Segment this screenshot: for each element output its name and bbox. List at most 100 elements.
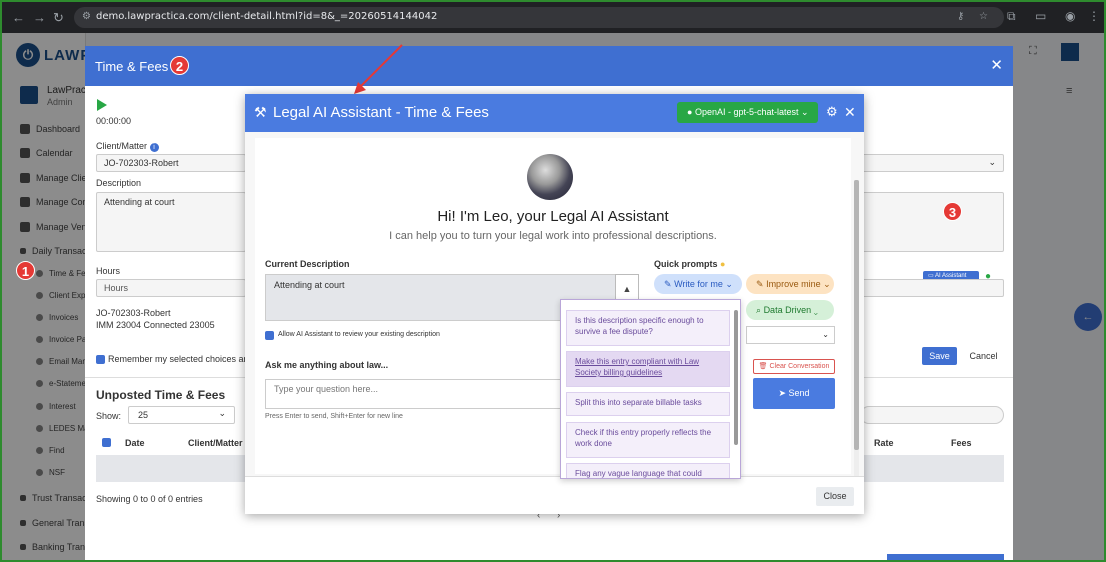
improve-mine-button[interactable]: ✎ Improve mine ⌄ — [746, 274, 834, 294]
description-textarea[interactable]: Attending at court — [96, 192, 246, 252]
table-search-input[interactable] — [860, 406, 1004, 424]
paper-plane-icon: ➤ — [778, 388, 786, 398]
back-icon[interactable]: ← — [12, 10, 25, 25]
annotation-arrow — [354, 44, 403, 94]
address-bar[interactable]: ⚙ demo.lawpractica.com/client-detail.htm… — [74, 7, 1004, 28]
ai-card: Hi! I'm Leo, your Legal AI Assistant I c… — [255, 138, 851, 474]
cancel-button[interactable]: Cancel — [965, 347, 1002, 365]
trash-icon: 🗑 — [758, 363, 768, 370]
thumbs-up-icon[interactable]: ▲ — [615, 274, 639, 302]
key-icon[interactable]: ⚷ — [957, 11, 964, 22]
dropdown-item[interactable]: Check if this entry properly reflects th… — [566, 422, 730, 458]
scrollbar-thumb[interactable] — [854, 180, 859, 450]
chevron-down-icon: ⌄ — [822, 330, 829, 339]
entries-info: Showing 0 to 0 of 0 entries — [96, 494, 203, 504]
dropdown-item[interactable]: Make this entry compliant with Law Socie… — [566, 351, 730, 387]
show-select[interactable]: 25 ⌄ — [128, 406, 235, 424]
close-icon[interactable]: ✕ — [990, 56, 1003, 74]
chevron-down-icon: ⌄ — [218, 408, 226, 418]
chevron-down-icon: ⌄ — [988, 157, 996, 167]
chevron-down-icon: ⌄ — [823, 279, 831, 289]
write-for-me-button[interactable]: ✎ Write for me ⌄ — [654, 274, 742, 294]
description-textarea-right[interactable] — [860, 192, 1004, 252]
client-line-2: IMM 23004 Connected 23005 — [96, 320, 215, 330]
data-driven-button[interactable]: ⌕ Data Driven ⌄ — [746, 300, 834, 320]
screen: ← → ↻ ⚙ demo.lawpractica.com/client-deta… — [2, 2, 1104, 560]
info-icon: i — [149, 143, 159, 152]
site-info-icon[interactable]: ⚙ — [82, 11, 91, 22]
rate-input[interactable] — [860, 279, 1004, 297]
remember-label: Remember my selected choices and — [108, 354, 254, 364]
annotation-badge-3: 3 — [943, 202, 962, 221]
client-matter-label: Client/Matter i — [96, 141, 159, 152]
column-rate[interactable]: Rate — [874, 438, 894, 448]
edit-icon: ✎ — [756, 279, 764, 289]
column-date[interactable]: Date — [125, 438, 145, 448]
extensions-icon[interactable]: ⧉ — [1007, 9, 1016, 24]
prompt-select[interactable]: ⌄ — [746, 326, 835, 344]
chevron-down-icon: ⌄ — [801, 107, 809, 117]
remember-checkbox[interactable] — [96, 355, 105, 364]
hours-label: Hours — [96, 266, 121, 276]
input-hint: Press Enter to send, Shift+Enter for new… — [265, 413, 403, 420]
ai-modal-title: Legal AI Assistant - Time & Fees — [273, 104, 489, 121]
question-input[interactable]: Type your question here... — [265, 379, 575, 409]
quick-prompts-dropdown: Is this description specific enough to s… — [560, 299, 741, 479]
clear-conversation-button[interactable]: 🗑 Clear Conversation — [753, 359, 835, 374]
gear-icon[interactable]: ⚙ — [826, 104, 838, 120]
pencil-icon: ✎ — [664, 279, 672, 289]
url-text: demo.lawpractica.com/client-detail.html?… — [96, 11, 438, 22]
ai-modal-body: Hi! I'm Leo, your Legal AI Assistant I c… — [245, 132, 864, 510]
modal-scrollbar[interactable] — [854, 180, 859, 510]
chevron-down-icon: ⌄ — [725, 279, 733, 289]
description-label: Description — [96, 178, 142, 188]
send-button[interactable]: ➤ Send — [753, 378, 835, 409]
greeting: Hi! I'm Leo, your Legal AI Assistant — [437, 208, 669, 225]
chevron-down-icon: ⌄ — [813, 305, 818, 315]
annotation-badge-1: 1 — [16, 261, 35, 280]
dropdown-item[interactable]: Split this into separate billable tasks — [566, 392, 730, 416]
column-client-matter[interactable]: Client/Matter — [188, 438, 243, 448]
close-icon[interactable]: ✕ — [844, 104, 856, 121]
unposted-title: Unposted Time & Fees — [96, 388, 226, 402]
quick-prompts-label: Quick prompts ● — [654, 259, 726, 269]
dropdown-item[interactable]: Flag any vague language that could — [566, 463, 730, 478]
timer: 00:00:00 — [96, 116, 132, 126]
hours-input[interactable]: Hours — [96, 279, 246, 297]
matter-select-right[interactable]: ⌄ — [860, 154, 1004, 172]
allow-review-label: Allow AI Assistant to review your existi… — [278, 331, 440, 338]
profile-icon[interactable]: ◉ — [1065, 9, 1075, 23]
openai-icon: ● — [687, 107, 693, 117]
cast-icon[interactable]: ▭ — [1035, 9, 1046, 23]
annotation-badge-2: 2 — [170, 56, 189, 75]
lightbulb-icon: ● — [720, 259, 726, 269]
time-fees-header: Time & Fees ✕ — [85, 46, 1013, 86]
menu-kebab-icon[interactable]: ⋮ — [1088, 9, 1100, 23]
select-all-checkbox[interactable] — [102, 438, 111, 447]
reload-icon[interactable]: ↻ — [53, 10, 64, 26]
client-matter-select[interactable]: JO-702303-Robert — [96, 154, 246, 172]
current-description-label: Current Description — [265, 259, 350, 269]
allow-review-checkbox[interactable] — [265, 331, 274, 340]
ai-modal-header: ⚒ Legal AI Assistant - Time & Fees ● Ope… — [245, 94, 864, 132]
robot-avatar — [527, 154, 573, 200]
save-button[interactable]: Save — [922, 347, 957, 365]
bookmark-star-icon[interactable]: ☆ — [979, 11, 988, 22]
close-button[interactable]: Close — [816, 487, 854, 506]
dropdown-scrollbar[interactable] — [734, 310, 738, 445]
show-label: Show: — [96, 411, 122, 421]
post-selected-button[interactable] — [887, 554, 1004, 560]
model-selector[interactable]: ● OpenAI - gpt-5-chat-latest ⌄ — [677, 102, 818, 123]
ai-assistant-modal: ⚒ Legal AI Assistant - Time & Fees ● Ope… — [245, 94, 864, 514]
column-fees[interactable]: Fees — [951, 438, 972, 448]
time-fees-title: Time & Fees — [95, 59, 169, 74]
dropdown-item[interactable]: Is this description specific enough to s… — [566, 310, 730, 346]
browser-chrome: ← → ↻ ⚙ demo.lawpractica.com/client-deta… — [2, 2, 1104, 33]
ask-label: Ask me anything about law... — [265, 360, 389, 370]
play-icon[interactable] — [97, 99, 107, 111]
gavel-icon: ⚒ — [254, 104, 267, 120]
search-icon: ⌕ — [756, 305, 762, 315]
forward-icon[interactable]: → — [33, 10, 46, 25]
subgreeting: I can help you to turn your legal work i… — [389, 230, 717, 242]
client-line-1: JO-702303-Robert — [96, 308, 171, 318]
